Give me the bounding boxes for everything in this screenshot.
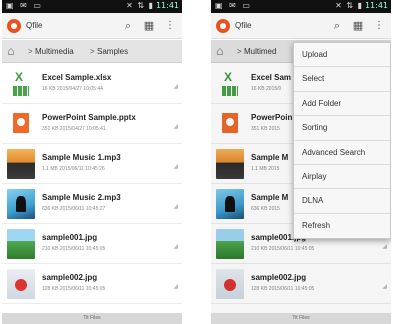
notification-icons: ▣ ✉ ▭: [6, 1, 43, 10]
phone-screen-with-menu: ▣ ✉ ▭ ✕ ⇅ ▮ 11:41 Qfile ⌕ ▦ ⋮ ⌂ > Multim…: [211, 0, 391, 324]
overflow-menu: Upload Select Add Folder Sorting Advance…: [293, 42, 391, 240]
list-item[interactable]: Sample Music 1.mp3 1.1 MB 2015/06/11 10:…: [2, 144, 182, 184]
menu-item-sorting[interactable]: Sorting: [294, 116, 390, 141]
grid-view-icon[interactable]: ▦: [350, 18, 366, 34]
overflow-menu-icon[interactable]: ⋮: [162, 18, 178, 34]
bottom-bar: Tit Files: [2, 313, 182, 324]
search-icon[interactable]: ⌕: [120, 18, 136, 34]
breadcrumb-separator: >: [28, 47, 33, 56]
overflow-menu-icon[interactable]: ⋮: [371, 18, 387, 34]
file-meta: 1.1 MB 2015/06/11 10:45:26: [42, 166, 105, 172]
status-clock: 11:41: [364, 1, 388, 10]
breadcrumb-separator: >: [90, 47, 95, 56]
file-name: Excel Sample.xlsx: [42, 73, 112, 82]
breadcrumb-item-samples[interactable]: Samples: [97, 47, 128, 56]
music-thumbnail: [7, 149, 35, 179]
menu-item-upload[interactable]: Upload: [294, 43, 390, 68]
search-icon[interactable]: ⌕: [329, 18, 345, 34]
breadcrumb: ⌂ > Multimedia > Samples: [2, 40, 182, 63]
status-bar: ▣ ✉ ▭ ✕ ⇅ ▮ 11:41: [2, 0, 182, 13]
photo-thumbnail: [7, 269, 35, 299]
phone-screen-file-list: ▣ ✉ ▭ ✕ ⇅ ▮ 11:41 Qfile ⌕ ▦ ⋮ ⌂ > Multim…: [2, 0, 182, 324]
file-meta: 636 KB 2015/06/11 10:45:27: [42, 206, 106, 212]
item-arrow-icon[interactable]: ◢: [173, 123, 178, 130]
breadcrumb-item-multimedia[interactable]: Multimedia: [35, 47, 74, 56]
photo-thumbnail: [7, 229, 35, 259]
home-icon[interactable]: ⌂: [7, 44, 23, 58]
status-clock: 11:41: [155, 1, 179, 10]
menu-item-refresh[interactable]: Refresh: [294, 214, 390, 238]
list-item[interactable]: PowerPoint Sample.pptx 351 KB 2015/04/27…: [2, 104, 182, 144]
signal-icons: ✕ ⇅ ▮: [126, 1, 154, 10]
file-name: PowerPoint Sample.pptx: [42, 113, 136, 122]
action-bar: Qfile ⌕ ▦ ⋮: [211, 13, 391, 39]
bottom-bar: Tit Files: [211, 313, 391, 324]
menu-item-dlna[interactable]: DLNA: [294, 189, 390, 214]
file-list: Excel Sample.xlsx 16 KB 2015/04/27 10:05…: [2, 64, 182, 304]
list-item[interactable]: Excel Sample.xlsx 16 KB 2015/04/27 10:05…: [2, 64, 182, 104]
music-thumbnail: [7, 189, 35, 219]
status-bar: ▣ ✉ ▭ ✕ ⇅ ▮ 11:41: [211, 0, 391, 13]
item-arrow-icon[interactable]: ◢: [173, 203, 178, 210]
qfile-logo-icon: [7, 19, 21, 33]
grid-view-icon[interactable]: ▦: [141, 18, 157, 34]
file-meta: 351 KB 2015/04/27 10:05:41: [42, 126, 106, 132]
list-item[interactable]: sample002.jpg 128 KB 2015/06/11 10:45:05…: [2, 264, 182, 304]
powerpoint-icon: [7, 109, 35, 139]
app-title: Qfile: [26, 21, 43, 30]
file-name: sample001.jpg: [42, 233, 98, 242]
file-name: Sample Music 2.mp3: [42, 193, 121, 202]
menu-item-select[interactable]: Select: [294, 67, 390, 92]
file-meta: 210 KB 2015/06/11 10:45:05: [42, 246, 106, 252]
item-arrow-icon[interactable]: ◢: [173, 163, 178, 170]
menu-item-airplay[interactable]: Airplay: [294, 165, 390, 190]
menu-item-advanced-search[interactable]: Advanced Search: [294, 141, 390, 165]
file-meta: 128 KB 2015/06/11 10:45:05: [42, 286, 106, 292]
qfile-logo-icon: [216, 19, 230, 33]
file-name: sample002.jpg: [42, 273, 98, 282]
signal-icons: ✕ ⇅ ▮: [335, 1, 363, 10]
item-arrow-icon[interactable]: ◢: [173, 283, 178, 290]
file-name: Sample Music 1.mp3: [42, 153, 121, 162]
file-meta: 16 KB 2015/04/27 10:05:44: [42, 86, 103, 92]
app-title: Qfile: [235, 21, 252, 30]
action-bar: Qfile ⌕ ▦ ⋮: [2, 13, 182, 39]
item-arrow-icon[interactable]: ◢: [173, 243, 178, 250]
notification-icons: ▣ ✉ ▭: [215, 1, 252, 10]
list-item[interactable]: Sample Music 2.mp3 636 KB 2015/06/11 10:…: [2, 184, 182, 224]
menu-item-add-folder[interactable]: Add Folder: [294, 92, 390, 117]
list-item[interactable]: sample001.jpg 210 KB 2015/06/11 10:45:05…: [2, 224, 182, 264]
item-arrow-icon[interactable]: ◢: [173, 83, 178, 90]
excel-icon: [7, 69, 35, 99]
